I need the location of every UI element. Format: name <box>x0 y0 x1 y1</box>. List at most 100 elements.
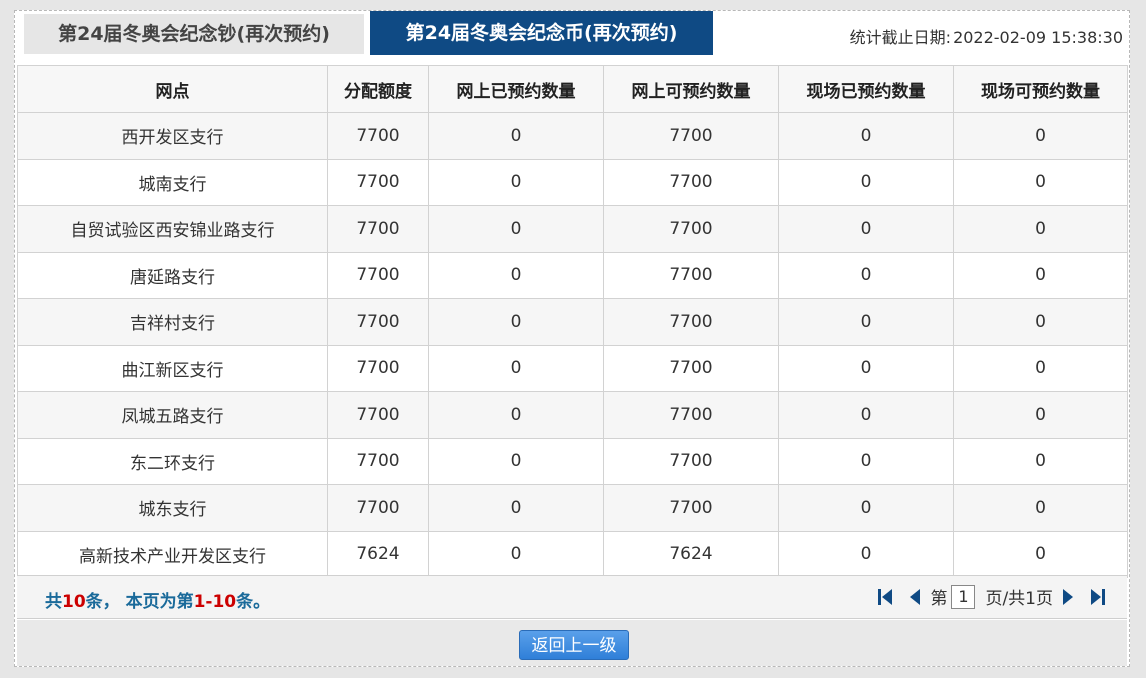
cell-quota: 7700 <box>327 251 429 299</box>
cell-online-available: 7700 <box>603 484 779 532</box>
next-page-icon[interactable] <box>1059 585 1077 609</box>
cell-branch: 凤城五路支行 <box>17 391 328 439</box>
stat-value: 2022-02-09 15:38:30 <box>953 28 1123 47</box>
cell-branch: 吉祥村支行 <box>17 298 328 346</box>
cell-online-available: 7700 <box>603 344 779 392</box>
reservation-table: 网点 分配额度 网上已预约数量 网上可预约数量 现场已预约数量 现场可预约数量 … <box>17 65 1128 578</box>
column-header-quota: 分配额度 <box>327 65 429 113</box>
tab-commemorative-note[interactable]: 第24届冬奥会纪念钞(再次预约) <box>24 14 364 54</box>
main-frame: 第24届冬奥会纪念钞(再次预约) 第24届冬奥会纪念币(再次预约) 统计截止日期… <box>14 10 1130 667</box>
cell-online-reserved: 0 <box>428 391 604 439</box>
table-row: 曲江新区支行 7700 0 7700 0 0 <box>17 344 1128 392</box>
summary-total: 10 <box>62 592 86 612</box>
cell-onsite-reserved: 0 <box>778 344 954 392</box>
cell-onsite-reserved: 0 <box>778 391 954 439</box>
cell-quota: 7700 <box>327 484 429 532</box>
cell-branch: 唐延路支行 <box>17 251 328 299</box>
record-summary: 共10条， 本页为第1-10条。 <box>45 587 270 612</box>
cell-online-available: 7700 <box>603 158 779 206</box>
footer-bar: 返回上一级 <box>17 620 1127 666</box>
cell-quota: 7700 <box>327 391 429 439</box>
cell-branch: 自贸试验区西安锦业路支行 <box>17 205 328 253</box>
cell-onsite-available: 0 <box>953 437 1128 485</box>
cell-onsite-reserved: 0 <box>778 530 954 578</box>
table-row: 吉祥村支行 7700 0 7700 0 0 <box>17 298 1128 346</box>
cell-online-available: 7700 <box>603 437 779 485</box>
cell-onsite-available: 0 <box>953 298 1128 346</box>
cell-quota: 7624 <box>327 530 429 578</box>
stat-deadline: 统计截止日期: 2022-02-09 15:38:30 <box>850 24 1123 48</box>
table-row: 东二环支行 7700 0 7700 0 0 <box>17 437 1128 485</box>
cell-branch: 城东支行 <box>17 484 328 532</box>
cell-online-reserved: 0 <box>428 437 604 485</box>
column-header-online-available: 网上可预约数量 <box>603 65 779 113</box>
cell-online-available: 7624 <box>603 530 779 578</box>
cell-onsite-reserved: 0 <box>778 205 954 253</box>
cell-onsite-available: 0 <box>953 205 1128 253</box>
column-header-onsite-reserved: 现场已预约数量 <box>778 65 954 113</box>
cell-online-available: 7700 <box>603 112 779 160</box>
cell-onsite-available: 0 <box>953 112 1128 160</box>
cell-onsite-reserved: 0 <box>778 251 954 299</box>
summary-mid: 条， 本页为第 <box>85 592 194 612</box>
cell-online-reserved: 0 <box>428 298 604 346</box>
cell-onsite-available: 0 <box>953 158 1128 206</box>
summary-prefix: 共 <box>45 592 62 612</box>
column-header-online-reserved: 网上已预约数量 <box>428 65 604 113</box>
page-navigation: 第 1 页/共1页 <box>870 584 1113 609</box>
table-row: 唐延路支行 7700 0 7700 0 0 <box>17 251 1128 299</box>
cell-onsite-reserved: 0 <box>778 298 954 346</box>
table-row: 自贸试验区西安锦业路支行 7700 0 7700 0 0 <box>17 205 1128 253</box>
cell-quota: 7700 <box>327 298 429 346</box>
cell-onsite-reserved: 0 <box>778 437 954 485</box>
cell-quota: 7700 <box>327 437 429 485</box>
cell-online-available: 7700 <box>603 251 779 299</box>
last-page-icon[interactable] <box>1089 585 1107 609</box>
page-prefix: 第 <box>930 589 948 609</box>
cell-quota: 7700 <box>327 205 429 253</box>
table-row: 高新技术产业开发区支行 7624 0 7624 0 0 <box>17 530 1128 578</box>
column-header-branch: 网点 <box>17 65 328 113</box>
cell-onsite-reserved: 0 <box>778 158 954 206</box>
cell-quota: 7700 <box>327 158 429 206</box>
cell-online-reserved: 0 <box>428 344 604 392</box>
cell-online-reserved: 0 <box>428 530 604 578</box>
cell-onsite-reserved: 0 <box>778 112 954 160</box>
cell-online-available: 7700 <box>603 205 779 253</box>
cell-quota: 7700 <box>327 344 429 392</box>
cell-onsite-available: 0 <box>953 344 1128 392</box>
cell-online-reserved: 0 <box>428 484 604 532</box>
cell-branch: 城南支行 <box>17 158 328 206</box>
stat-label: 统计截止日期: <box>849 28 952 47</box>
back-button[interactable]: 返回上一级 <box>519 630 629 660</box>
summary-range: 1-10 <box>193 592 237 612</box>
cell-onsite-available: 0 <box>953 530 1128 578</box>
cell-branch: 曲江新区支行 <box>17 344 328 392</box>
cell-online-reserved: 0 <box>428 158 604 206</box>
cell-quota: 7700 <box>327 112 429 160</box>
table-row: 凤城五路支行 7700 0 7700 0 0 <box>17 391 1128 439</box>
cell-online-available: 7700 <box>603 391 779 439</box>
prev-page-icon[interactable] <box>906 585 924 609</box>
page-suffix: 页/共1页 <box>985 589 1053 609</box>
table-row: 西开发区支行 7700 0 7700 0 0 <box>17 112 1128 160</box>
cell-onsite-available: 0 <box>953 484 1128 532</box>
first-page-icon[interactable] <box>876 585 894 609</box>
current-page-input[interactable]: 1 <box>951 584 976 609</box>
tab-commemorative-coin[interactable]: 第24届冬奥会纪念币(再次预约) <box>370 11 713 55</box>
cell-onsite-available: 0 <box>953 391 1128 439</box>
cell-online-reserved: 0 <box>428 112 604 160</box>
cell-online-available: 7700 <box>603 298 779 346</box>
table-header-row: 网点 分配额度 网上已预约数量 网上可预约数量 现场已预约数量 现场可预约数量 <box>17 65 1128 113</box>
cell-onsite-reserved: 0 <box>778 484 954 532</box>
cell-online-reserved: 0 <box>428 205 604 253</box>
cell-branch: 高新技术产业开发区支行 <box>17 530 328 578</box>
table-body: 西开发区支行 7700 0 7700 0 0 城南支行 7700 0 7700 0 0 自贸试验区西安锦… <box>17 112 1128 578</box>
cell-branch: 西开发区支行 <box>17 112 328 160</box>
tab-bar: 第24届冬奥会纪念钞(再次预约) 第24届冬奥会纪念币(再次预约) 统计截止日期… <box>15 11 1129 65</box>
cell-onsite-available: 0 <box>953 251 1128 299</box>
cell-branch: 东二环支行 <box>17 437 328 485</box>
table-row: 城南支行 7700 0 7700 0 0 <box>17 158 1128 206</box>
pager-bar: 共10条， 本页为第1-10条。 第 1 页/共1页 <box>17 575 1127 619</box>
table-row: 城东支行 7700 0 7700 0 0 <box>17 484 1128 532</box>
